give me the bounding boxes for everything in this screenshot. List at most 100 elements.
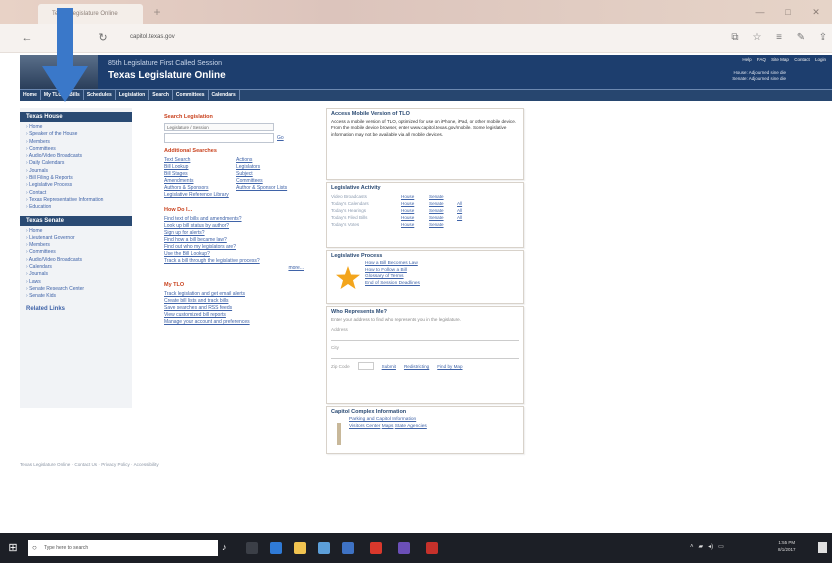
house-link[interactable]: House (401, 214, 429, 221)
senate-link[interactable]: Senate (429, 214, 457, 221)
search-link[interactable]: Actions (236, 157, 304, 164)
mail-icon[interactable] (342, 542, 354, 554)
address-input[interactable] (331, 333, 519, 342)
sidebar-item[interactable]: Senate Research Center (26, 286, 132, 293)
sidebar-item[interactable]: Audio/Video Broadcasts (26, 153, 132, 160)
sidebar-item[interactable]: Bill Filing & Reports (26, 175, 132, 182)
how-do-i-link[interactable]: Find text of bills and amendments? (164, 216, 304, 223)
bill-search-input[interactable] (164, 133, 274, 143)
house-link[interactable]: House (401, 200, 429, 207)
all-link[interactable]: All (457, 214, 471, 221)
how-do-i-link[interactable]: Find how a bill became law? (164, 237, 304, 244)
close-button[interactable]: ✕ (808, 5, 824, 19)
capitol-link[interactable]: Maps (382, 424, 394, 429)
notes-pen-icon[interactable]: ✎ (794, 31, 808, 45)
city-input[interactable] (331, 351, 519, 360)
my-tlo-link[interactable]: Track legislation and get email alerts (164, 291, 304, 298)
house-link[interactable]: House (401, 193, 429, 200)
sidebar-item[interactable]: Legislative Process (26, 182, 132, 189)
sidebar-item[interactable]: Home (26, 124, 132, 131)
notifications-icon[interactable] (818, 542, 827, 553)
all-link[interactable]: All (457, 200, 471, 207)
how-do-i-link[interactable]: Use the Bill Lookup? (164, 251, 304, 258)
search-link[interactable]: Legislators (236, 164, 304, 171)
search-go-button[interactable]: Go (277, 135, 284, 141)
reading-list-icon[interactable]: ≡ (772, 31, 786, 45)
sidebar-item[interactable]: Senate Kids (26, 293, 132, 300)
store-icon[interactable] (318, 542, 330, 554)
system-tray[interactable]: ˄ ▰ ◂) ▭ (690, 543, 724, 550)
back-button[interactable]: ← (20, 31, 34, 45)
sidebar-item[interactable]: Journals (26, 168, 132, 175)
favorite-star-icon[interactable]: ☆ (750, 31, 764, 45)
all-link[interactable]: All (457, 207, 471, 214)
all-link[interactable] (457, 193, 471, 200)
taskbar-search-input[interactable]: ○ Type here to search (28, 540, 218, 556)
sidebar-item[interactable]: Lieutenant Governor (26, 235, 132, 242)
senate-link[interactable]: Senate (429, 207, 457, 214)
sidebar-item[interactable]: Education (26, 204, 132, 211)
edge-browser-icon[interactable] (270, 542, 282, 554)
faq-link[interactable]: FAQ (757, 57, 766, 62)
sidebar-item[interactable]: Laws (26, 279, 132, 286)
sidebar-item[interactable]: Home (26, 228, 132, 235)
microphone-icon[interactable]: ♪ (222, 542, 227, 552)
house-link[interactable]: House (401, 207, 429, 214)
nav-search[interactable]: Search (149, 90, 173, 100)
redistricting-link[interactable]: Redistricting (404, 363, 429, 370)
file-explorer-icon[interactable] (294, 542, 306, 554)
nav-calendars[interactable]: Calendars (209, 90, 240, 100)
search-link[interactable]: Legislative Reference Library (164, 192, 236, 199)
my-tlo-link[interactable]: Save searches and RSS feeds (164, 305, 304, 312)
more-link[interactable]: more... (164, 265, 304, 272)
sidebar-item[interactable]: Texas Representative Information (26, 197, 132, 204)
login-link[interactable]: Login (815, 57, 826, 62)
capitol-link[interactable]: Visitors Center (349, 424, 380, 429)
contact-link[interactable]: Contact (794, 57, 810, 62)
sidebar-item[interactable]: Calendars (26, 264, 132, 271)
sidebar-item[interactable]: Members (26, 242, 132, 249)
search-link[interactable]: Amendments (164, 178, 236, 185)
maximize-button[interactable]: □ (780, 5, 796, 19)
sidebar-item[interactable]: Speaker of the House (26, 131, 132, 138)
house-link[interactable]: House (401, 221, 429, 228)
search-link[interactable]: Bill Lookup (164, 164, 236, 171)
how-do-i-link[interactable]: Track a bill through the legislative pro… (164, 258, 304, 265)
office-icon[interactable] (370, 542, 382, 554)
senate-link[interactable]: Senate (429, 193, 457, 200)
sidebar-item[interactable]: Members (26, 139, 132, 146)
search-link[interactable]: Author & Sponsor Lists (236, 185, 304, 192)
site-title[interactable]: Texas Legislature Online (108, 70, 226, 81)
refresh-button[interactable]: ↻ (96, 31, 110, 45)
search-link[interactable]: Subject (236, 171, 304, 178)
search-link[interactable]: Committees (236, 178, 304, 185)
clock[interactable]: 1:55 PM 8/1/2017 (778, 539, 796, 553)
sidebar-item[interactable]: Journals (26, 271, 132, 278)
capitol-link[interactable]: State Agencies (395, 424, 427, 429)
search-link[interactable]: Authors & Sponsors (164, 185, 236, 192)
site-map-link[interactable]: Site Map (771, 57, 789, 62)
zip-input[interactable] (357, 362, 374, 371)
nav-legislation[interactable]: Legislation (116, 90, 150, 100)
sidebar-item[interactable]: Committees (26, 249, 132, 256)
address-bar[interactable]: capitol.texas.gov (130, 29, 690, 46)
new-tab-button[interactable]: + (150, 5, 164, 19)
senate-link[interactable]: Senate (429, 200, 457, 207)
sidebar-item[interactable]: Daily Calendars (26, 160, 132, 167)
submit-button[interactable]: Submit (382, 363, 396, 370)
read-mode-icon[interactable]: ⧉ (728, 31, 742, 45)
search-link[interactable] (236, 192, 304, 199)
nav-committees[interactable]: Committees (173, 90, 209, 100)
find-by-map-link[interactable]: Find by Map (437, 363, 462, 370)
my-tlo-link[interactable]: View customized bill reports (164, 312, 304, 319)
process-link[interactable]: End of Session Deadlines (365, 281, 523, 288)
nav-home[interactable]: Home (20, 90, 41, 100)
help-link[interactable]: Help (742, 57, 751, 62)
all-link[interactable] (457, 221, 471, 228)
my-tlo-link[interactable]: Manage your account and preferences (164, 319, 304, 326)
sidebar-item[interactable]: Audio/Video Broadcasts (26, 257, 132, 264)
how-do-i-link[interactable]: Sign up for alerts? (164, 230, 304, 237)
related-links-heading[interactable]: Related Links (20, 303, 132, 315)
how-do-i-link[interactable]: Look up bill status by author? (164, 223, 304, 230)
senate-link[interactable]: Senate (429, 221, 457, 228)
